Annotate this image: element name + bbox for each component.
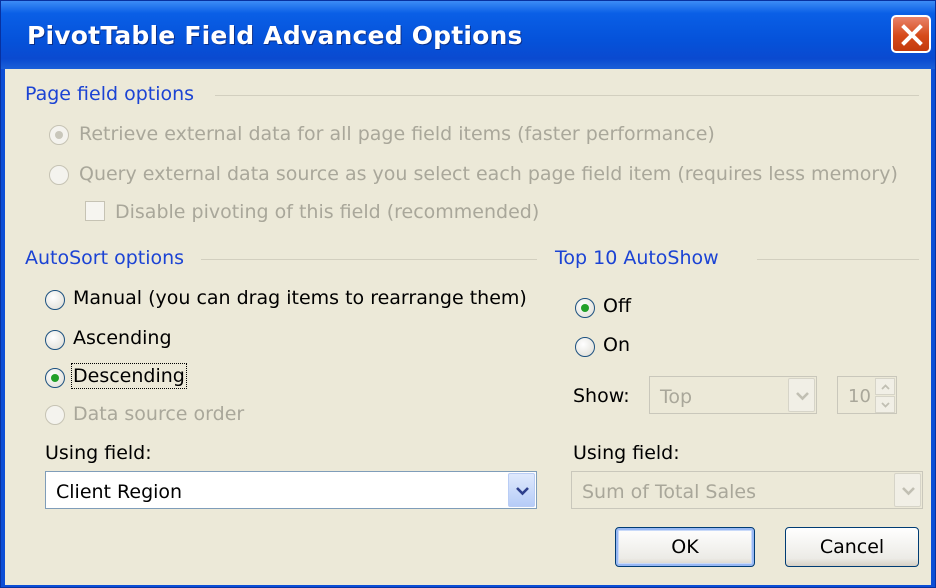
top10-using-field-value: Sum of Total Sales <box>582 481 756 503</box>
show-count-down-button[interactable] <box>875 396 895 413</box>
title-bar[interactable]: PivotTable Field Advanced Options <box>1 1 935 69</box>
top10-on-label[interactable]: On <box>603 334 630 356</box>
page-field-options-heading: Page field options <box>25 83 195 105</box>
ok-button[interactable]: OK <box>615 527 755 567</box>
top10-autoshow-divider <box>757 259 919 260</box>
autosort-using-field-dropdown-button[interactable] <box>508 473 535 507</box>
chevron-down-icon <box>881 402 890 408</box>
disable-pivoting-checkbox[interactable] <box>85 201 105 221</box>
show-count-spinner[interactable]: 10 <box>837 376 897 414</box>
autosort-using-field-dropdown[interactable]: Client Region <box>45 471 537 509</box>
autosort-options-divider <box>201 259 537 260</box>
close-icon <box>901 24 923 46</box>
query-each-label: Query external data source as you select… <box>79 163 898 185</box>
autosort-using-field-label: Using field: <box>45 442 152 464</box>
autosort-data-source-order-label: Data source order <box>73 403 245 425</box>
autosort-ascending-radio[interactable] <box>45 330 65 350</box>
dialog-title: PivotTable Field Advanced Options <box>27 21 523 50</box>
show-count-value: 10 <box>848 386 871 407</box>
autosort-descending-label[interactable]: Descending <box>71 363 187 389</box>
autosort-manual-radio[interactable] <box>45 290 65 310</box>
retrieve-all-radio[interactable] <box>49 125 69 145</box>
autosort-manual-label[interactable]: Manual (you can drag items to rearrange … <box>73 287 527 309</box>
chevron-down-icon <box>516 487 529 496</box>
autosort-descending-radio[interactable] <box>45 368 65 388</box>
autosort-data-source-order-radio[interactable] <box>45 405 65 425</box>
chevron-up-icon <box>881 384 890 390</box>
chevron-down-icon <box>796 392 809 401</box>
autosort-ascending-label[interactable]: Ascending <box>73 327 172 349</box>
top10-autoshow-heading: Top 10 AutoShow <box>555 247 719 269</box>
retrieve-all-label: Retrieve external data for all page fiel… <box>79 123 715 145</box>
dialog-window: PivotTable Field Advanced Options Page f… <box>0 0 936 588</box>
top10-using-field-dropdown[interactable]: Sum of Total Sales <box>571 471 923 509</box>
show-direction-dropdown-button[interactable] <box>788 378 815 412</box>
show-count-spinner-buttons <box>875 378 895 413</box>
chevron-down-icon <box>902 487 915 496</box>
top10-using-field-dropdown-button[interactable] <box>894 473 921 507</box>
cancel-button[interactable]: Cancel <box>785 527 919 567</box>
page-field-options-divider <box>215 95 919 96</box>
top10-on-radio[interactable] <box>575 337 595 357</box>
close-button[interactable] <box>891 15 931 53</box>
dialog-body: Page field options Retrieve external dat… <box>5 69 931 585</box>
show-count-up-button[interactable] <box>875 378 895 395</box>
autosort-using-field-value: Client Region <box>56 481 183 503</box>
top10-off-label[interactable]: Off <box>603 295 631 317</box>
query-each-radio[interactable] <box>49 165 69 185</box>
autosort-options-heading: AutoSort options <box>25 247 185 269</box>
show-label: Show: <box>573 385 630 407</box>
show-direction-dropdown[interactable]: Top <box>649 376 817 414</box>
show-direction-value: Top <box>660 386 693 408</box>
disable-pivoting-label: Disable pivoting of this field (recommen… <box>115 201 540 223</box>
top10-off-radio[interactable] <box>575 298 595 318</box>
top10-using-field-label: Using field: <box>573 442 680 464</box>
